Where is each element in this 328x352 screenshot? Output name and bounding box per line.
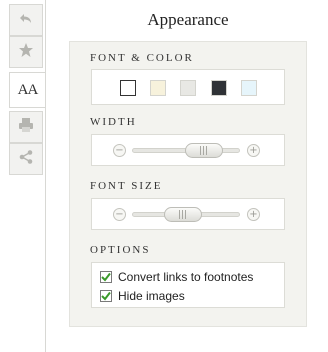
font-color-label: FONT & COLOR <box>90 52 194 64</box>
share-icon <box>18 149 34 170</box>
back-arrow-icon <box>17 9 35 32</box>
hide-images-checkbox[interactable] <box>100 289 112 302</box>
swatch-dark[interactable] <box>211 80 227 96</box>
width-slider-box: − + <box>91 134 285 166</box>
hide-images-label: Hide images <box>118 288 185 303</box>
options-label: OPTIONS <box>90 244 151 256</box>
option-hide-images[interactable]: Hide images <box>100 287 185 304</box>
color-swatch-box <box>91 69 285 105</box>
tab-divider <box>45 0 46 352</box>
swatch-white[interactable] <box>120 80 136 96</box>
check-icon <box>101 291 111 301</box>
appearance-tab-label: AA <box>17 81 39 98</box>
convert-links-label: Convert links to footnotes <box>118 269 254 284</box>
page-title: Appearance <box>147 10 229 29</box>
tab-appearance[interactable]: AA <box>9 72 46 108</box>
appearance-panel: FONT & COLOR WIDTH − + FONT SIZE − + OPT… <box>69 41 307 327</box>
font-size-slider-thumb[interactable] <box>163 207 202 222</box>
font-size-decrease-button[interactable]: − <box>113 208 126 221</box>
tab-favorites[interactable] <box>9 36 43 68</box>
options-box: Convert links to footnotes Hide images <box>91 262 285 308</box>
font-size-slider-box: − + <box>91 198 285 230</box>
width-label: WIDTH <box>90 116 137 128</box>
width-decrease-button[interactable]: − <box>113 144 126 157</box>
swatch-sepia[interactable] <box>150 80 166 96</box>
width-increase-button[interactable]: + <box>247 144 260 157</box>
swatch-light-blue[interactable] <box>241 80 257 96</box>
star-icon <box>18 42 34 63</box>
tab-print[interactable] <box>9 111 43 143</box>
tab-share[interactable] <box>9 143 43 175</box>
convert-links-checkbox[interactable] <box>100 270 112 283</box>
print-icon <box>17 116 35 139</box>
swatch-light-gray[interactable] <box>180 80 196 96</box>
font-size-increase-button[interactable]: + <box>247 208 260 221</box>
font-size-label: FONT SIZE <box>90 180 163 192</box>
check-icon <box>101 272 111 282</box>
tab-back[interactable] <box>9 4 43 36</box>
width-slider-thumb[interactable] <box>184 143 223 158</box>
side-tab-strip: AA <box>9 0 46 352</box>
option-convert-links[interactable]: Convert links to footnotes <box>100 268 253 285</box>
